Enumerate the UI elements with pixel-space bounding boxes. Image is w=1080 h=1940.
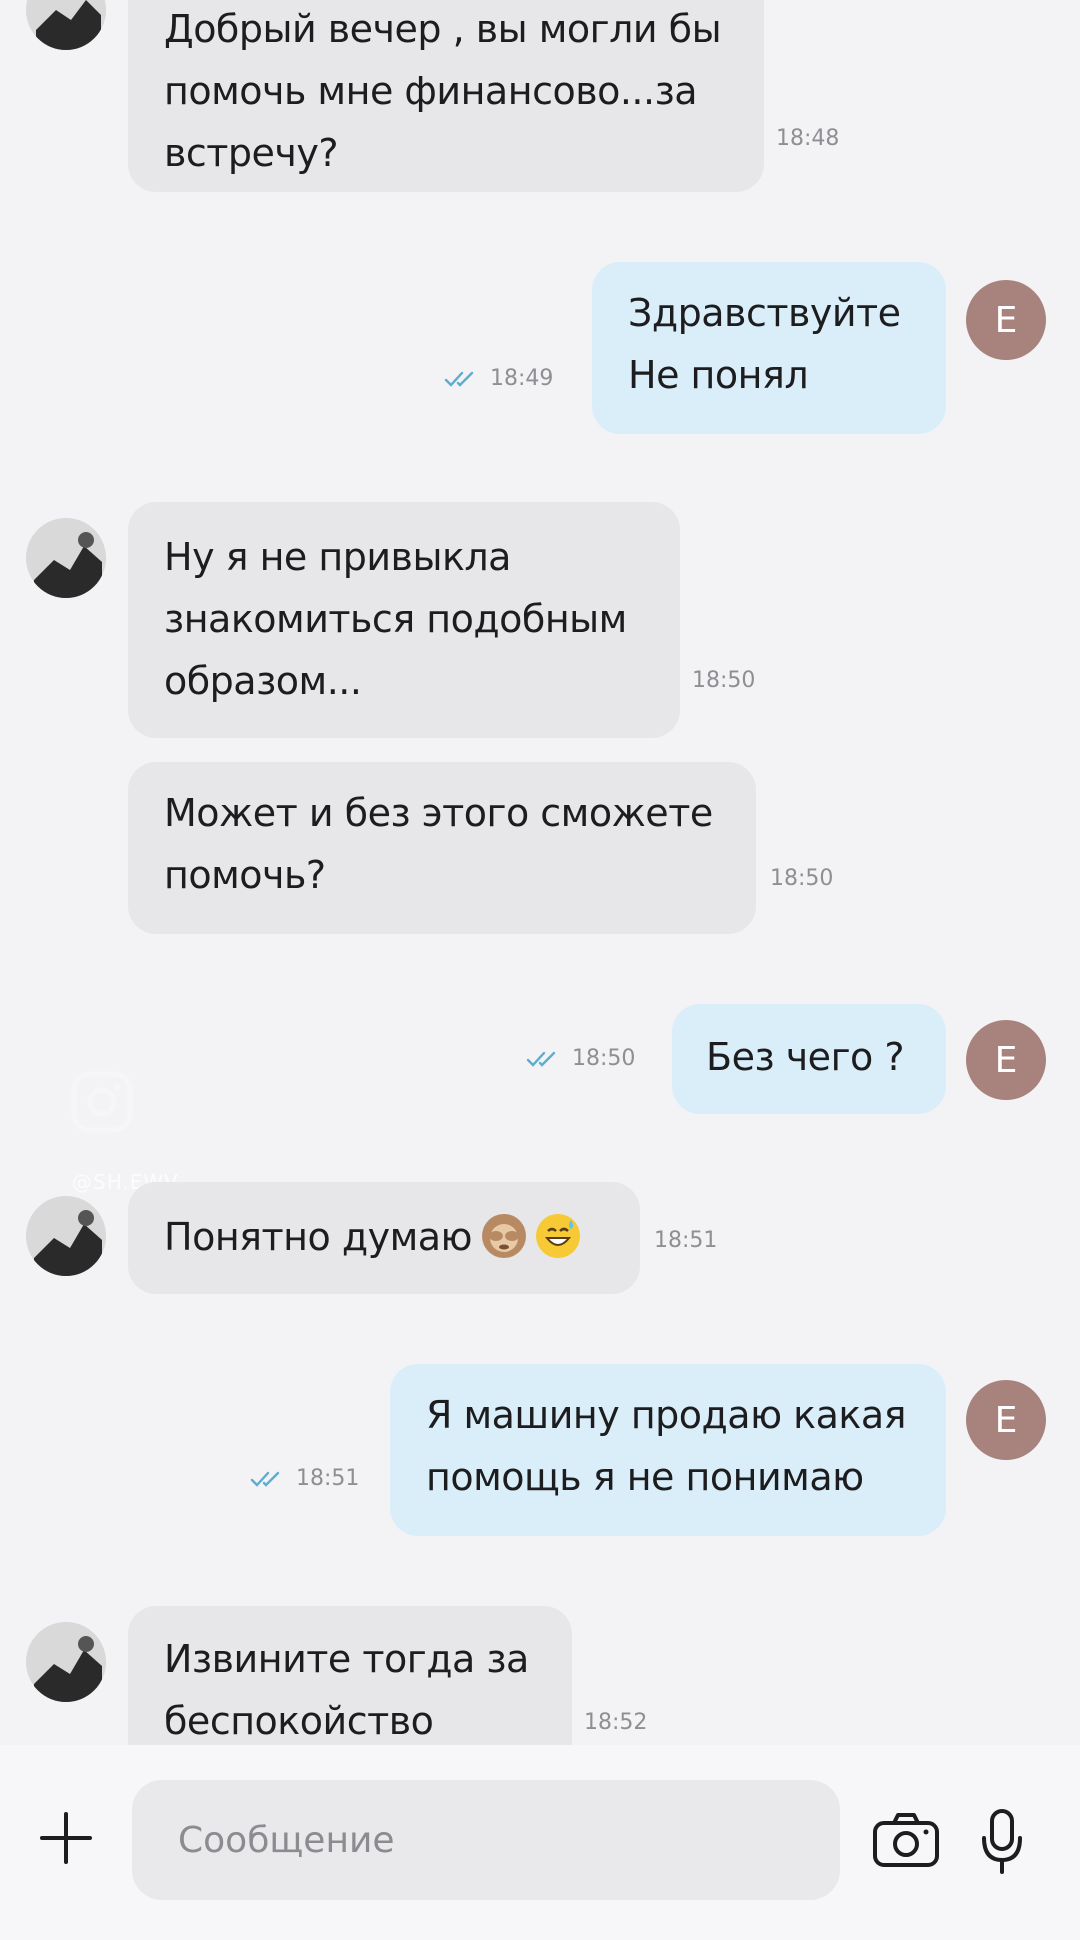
message-text: Понятно думаю (164, 1215, 473, 1259)
message-bubble-outgoing[interactable]: Здравствуйте Не понял (592, 262, 946, 434)
grinning-sweat-emoji (536, 1214, 581, 1258)
message-text: Здравствуйте Не понял (628, 291, 901, 397)
contact-avatar[interactable] (26, 0, 106, 50)
message-meta: 18:50 (526, 1046, 635, 1071)
message-time: 18:48 (776, 126, 840, 151)
message-input[interactable] (132, 1780, 840, 1900)
message-text: Извините тогда за беспокойство (164, 1637, 529, 1743)
message-time: 18:49 (490, 366, 554, 391)
message-meta: 18:51 (250, 1466, 359, 1491)
sender-avatar[interactable]: E (966, 280, 1046, 360)
double-check-icon (526, 1051, 556, 1067)
message-bubble-outgoing[interactable]: Я машину продаю какая помощь я не понима… (390, 1364, 946, 1536)
microphone-icon[interactable] (980, 1808, 1024, 1876)
contact-avatar[interactable] (26, 1622, 106, 1702)
message-time: 18:52 (584, 1710, 648, 1735)
contact-avatar[interactable] (26, 518, 106, 598)
message-text: Ну я не привыкла знакомиться подобным об… (164, 535, 627, 703)
plus-icon[interactable] (36, 1808, 96, 1868)
double-check-icon (444, 371, 474, 387)
message-text: Я машину продаю какая помощь я не понима… (426, 1393, 907, 1499)
message-bubble-incoming[interactable]: Добрый вечер , вы могли бы помочь мне фи… (128, 0, 764, 192)
contact-avatar[interactable] (26, 1196, 106, 1276)
message-bubble-incoming[interactable]: Извините тогда за беспокойство (128, 1606, 572, 1745)
message-meta: 18:49 (444, 366, 553, 391)
message-text: Добрый вечер , вы могли бы помочь мне фи… (164, 7, 722, 175)
message-bubble-incoming[interactable]: Ну я не привыкла знакомиться подобным об… (128, 502, 680, 738)
message-text: Без чего ? (706, 1035, 905, 1079)
instagram-watermark-icon (70, 1070, 134, 1138)
message-text: Может и без этого сможете помочь? (164, 791, 713, 897)
see-no-evil-monkey-emoji (482, 1214, 527, 1258)
sender-avatar[interactable]: E (966, 1020, 1046, 1100)
message-bubble-outgoing[interactable]: Без чего ? (672, 1004, 946, 1114)
message-time: 18:50 (770, 866, 834, 891)
sender-avatar[interactable]: E (966, 1380, 1046, 1460)
message-time: 18:50 (572, 1046, 636, 1071)
camera-icon[interactable] (872, 1812, 940, 1868)
message-bubble-incoming[interactable]: Может и без этого сможете помочь? (128, 762, 756, 934)
message-time: 18:50 (692, 668, 756, 693)
message-time: 18:51 (654, 1228, 718, 1253)
double-check-icon (250, 1471, 280, 1487)
message-bubble-incoming[interactable]: Понятно думаю (128, 1182, 640, 1294)
chat-area[interactable]: Добрый вечер , вы могли бы помочь мне фи… (0, 0, 1080, 1745)
message-time: 18:51 (296, 1466, 360, 1491)
